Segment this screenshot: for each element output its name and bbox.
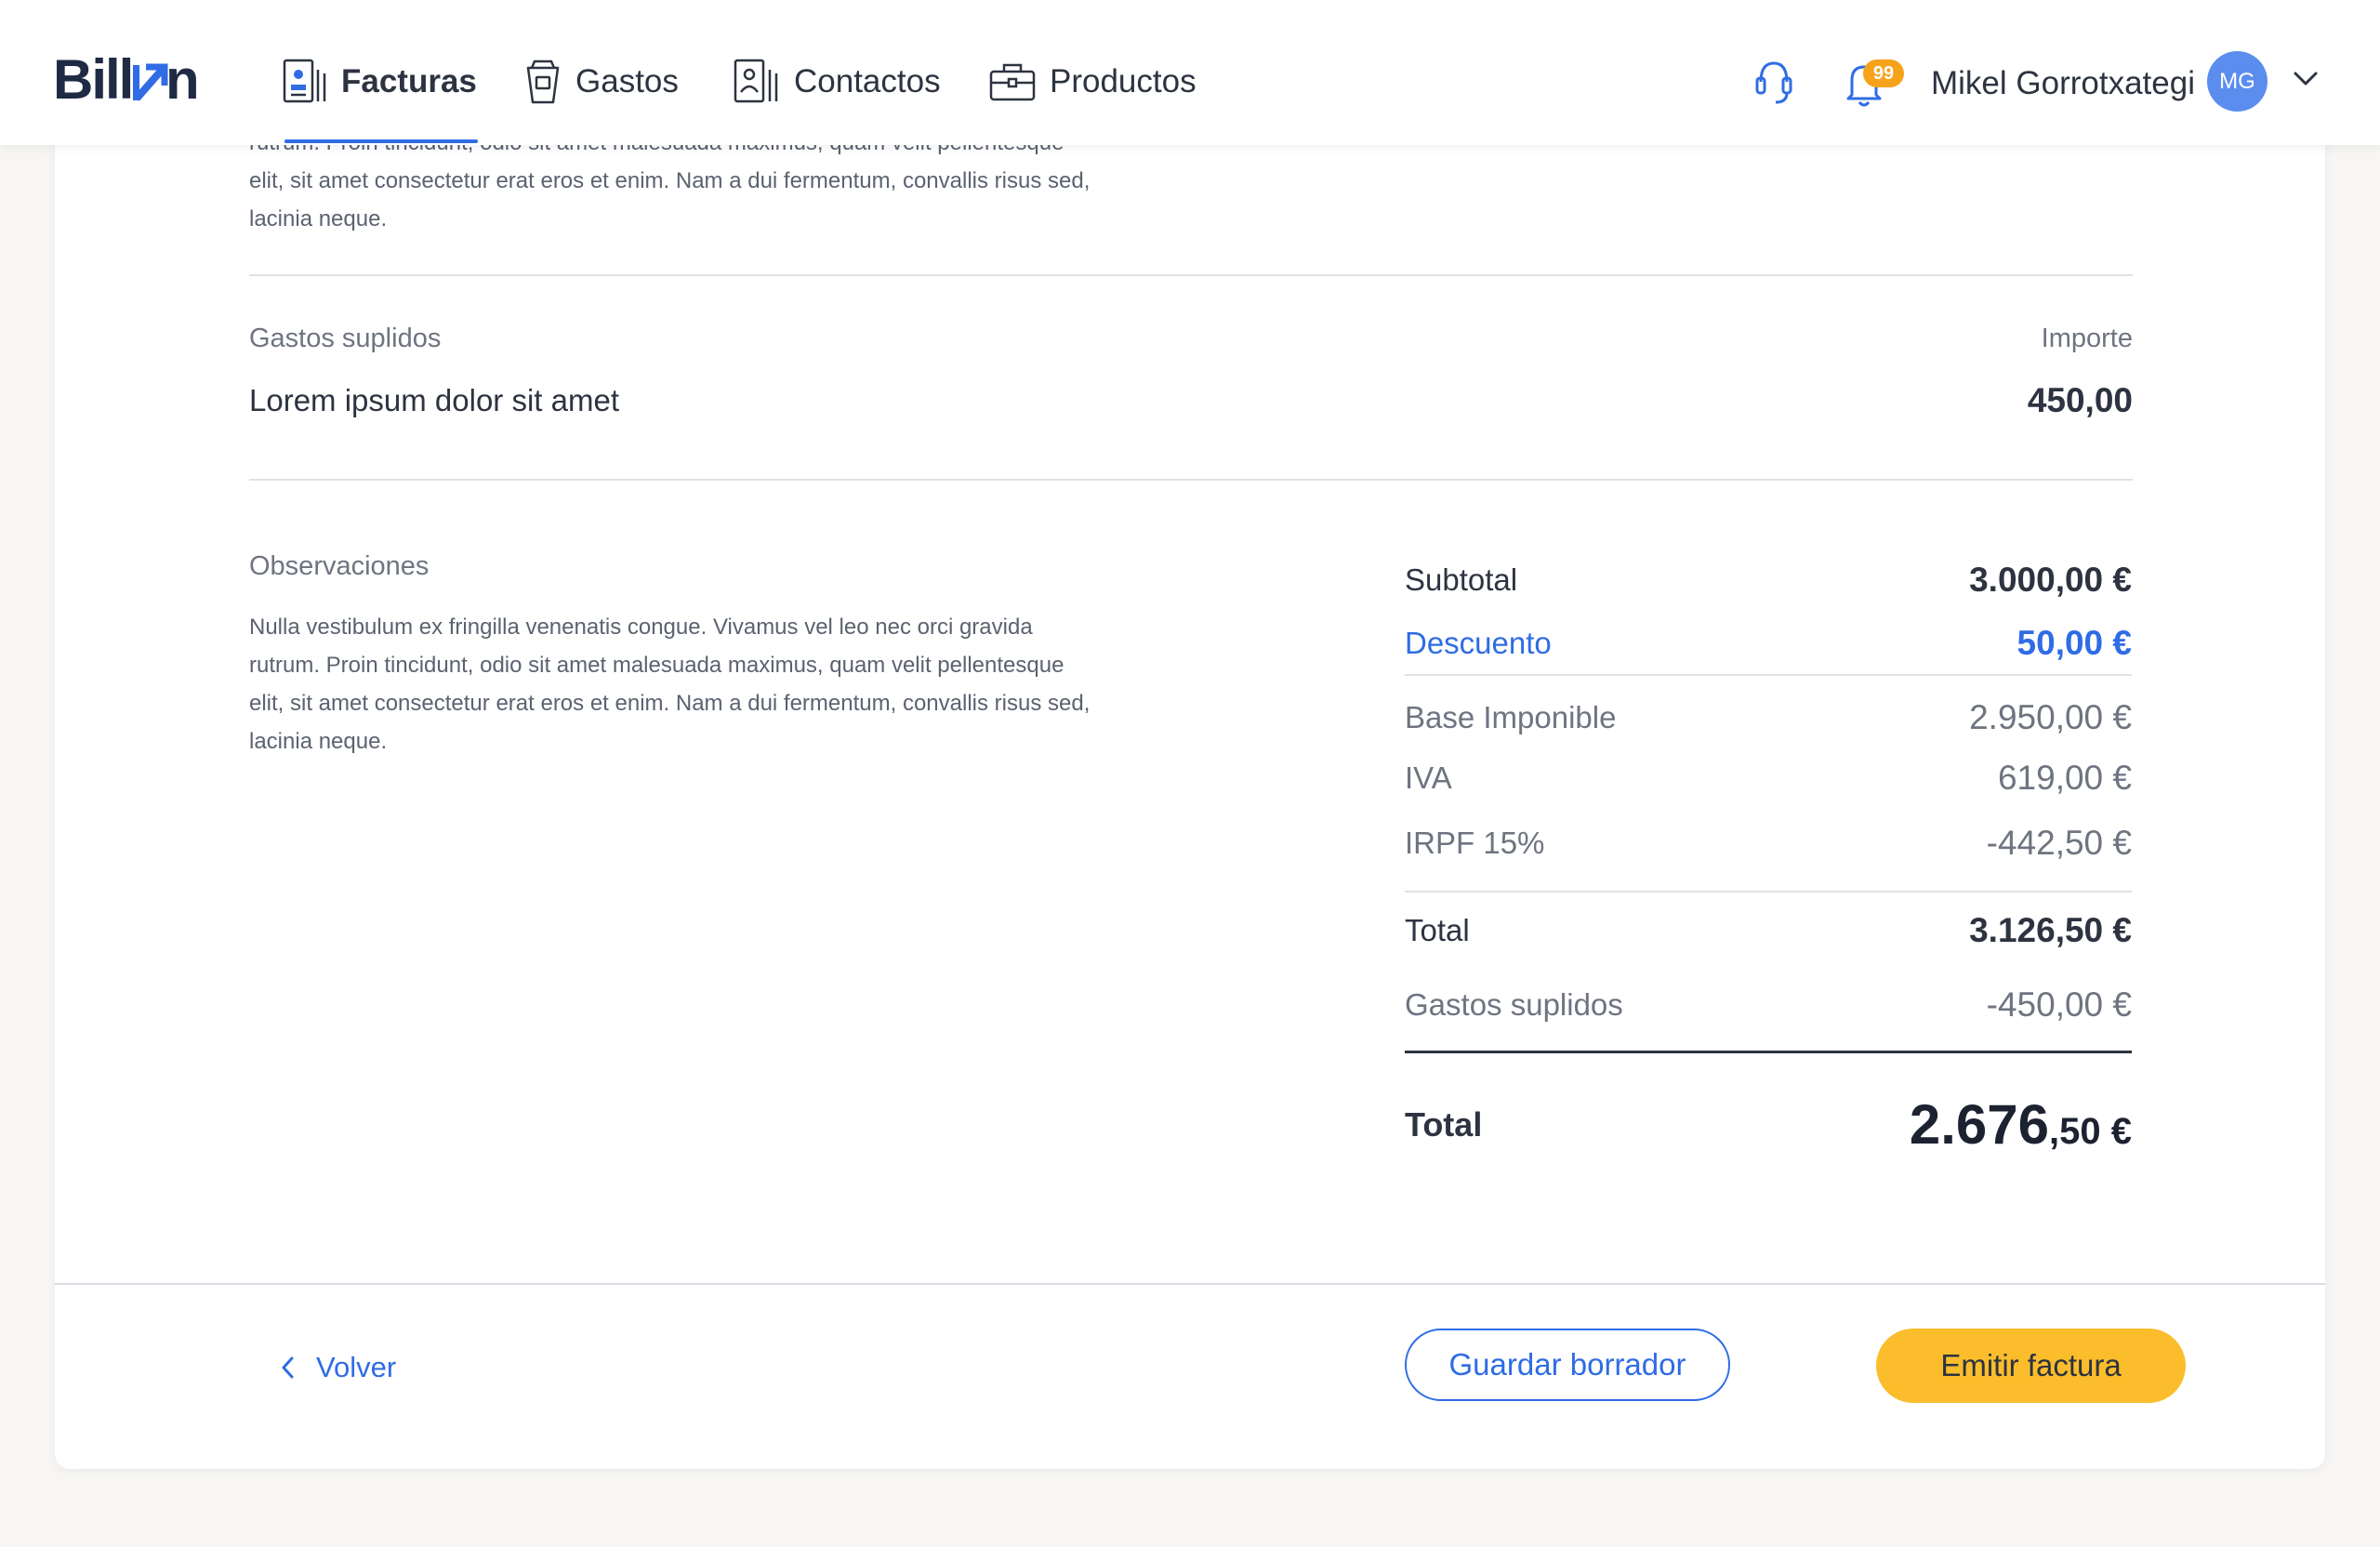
grand-total-integer: 2.676 [1909, 1093, 2050, 1156]
nav-productos[interactable]: Productos [988, 54, 1197, 110]
nav-contactos[interactable]: Contactos [733, 54, 941, 110]
observaciones-label: Observaciones [249, 551, 430, 581]
total-label: Total [1405, 913, 1470, 947]
gastos-suplidos-item-description: Lorem ipsum dolor sit amet [249, 383, 619, 417]
base-imponible-value: 2.950,00 € [1969, 698, 2132, 736]
notification-count-badge: 99 [1863, 60, 1904, 87]
paragraph-line: Nulla vestibulum ex fringilla venenatis … [249, 615, 1033, 640]
avatar[interactable]: MG [2207, 51, 2268, 112]
issue-invoice-button[interactable]: Emitir factura [1876, 1329, 2186, 1403]
base-imponible-row: Base Imponible 2.950,00 € [1405, 694, 2132, 741]
subtotal-row: Subtotal 3.000,00 € [1405, 557, 2132, 603]
headset-icon [1755, 61, 1792, 104]
support-button[interactable] [1753, 58, 1794, 112]
gastos-suplidos-total-row: Gastos suplidos -450,00 € [1405, 982, 2132, 1028]
nav-productos-label: Productos [1050, 63, 1197, 99]
nav-gastos[interactable]: Gastos [523, 54, 679, 110]
user-name[interactable]: Mikel Gorrotxategi [1931, 61, 2195, 106]
divider [1405, 1051, 2132, 1053]
divider [1405, 891, 2132, 892]
active-tab-indicator [284, 139, 478, 143]
divider [1405, 674, 2132, 676]
footer-divider [55, 1283, 2325, 1285]
gastos-suplidos-total-value: -450,00 € [1986, 985, 2132, 1024]
grand-total-row: Total 2.676,50 € [1405, 1088, 2132, 1162]
svg-text:n: n [165, 48, 200, 111]
irpf-row: IRPF 15% -442,50 € [1405, 820, 2132, 866]
billin-logo-icon: Bill n [53, 48, 200, 111]
descuento-value: 50,00 € [2016, 624, 2132, 662]
nav-facturas-label: Facturas [341, 63, 477, 99]
chevron-down-icon [2294, 72, 2318, 86]
briefcase-icon [989, 63, 1036, 101]
gastos-suplidos-total-label: Gastos suplidos [1405, 987, 1623, 1022]
top-navbar: Bill n Facturas Gastos Contactos Product… [0, 0, 2380, 145]
iva-label: IVA [1405, 760, 1452, 795]
grand-total-value: 2.676,50 € [1910, 1088, 2132, 1170]
subtotal-label: Subtotal [1405, 562, 1518, 597]
back-button[interactable]: Volver [281, 1344, 396, 1391]
iva-value: 619,00 € [1997, 759, 2132, 797]
subtotal-value: 3.000,00 € [1969, 561, 2132, 599]
paragraph-line: lacinia neque. [249, 729, 388, 754]
paragraph-line: rutrum. Proin tincidunt, odio sit amet m… [249, 653, 1064, 678]
descuento-row[interactable]: Descuento 50,00 € [1405, 620, 2132, 667]
cup-icon [526, 60, 560, 104]
nav-contactos-label: Contactos [794, 63, 941, 99]
chevron-left-icon [282, 1356, 294, 1379]
invoice-icon [283, 59, 326, 103]
billin-logo[interactable]: Bill n [53, 46, 202, 112]
divider [249, 274, 2133, 276]
paragraph-line: elit, sit amet consectetur erat eros et … [249, 168, 1091, 193]
grand-total-decimal: ,50 € [2049, 1111, 2132, 1152]
base-imponible-label: Base Imponible [1405, 700, 1617, 734]
grand-total-label: Total [1405, 1105, 1483, 1144]
contacts-icon [734, 59, 778, 103]
gastos-suplidos-item-amount: 450,00 [2027, 381, 2133, 419]
gastos-suplidos-header: Gastos suplidos [249, 324, 442, 353]
invoice-card: rutrum. Proin tincidunt, odio sit amet m… [55, 0, 2325, 1469]
nav-facturas[interactable]: Facturas [282, 54, 477, 110]
importe-header: Importe [2041, 324, 2133, 353]
paragraph-line: elit, sit amet consectetur erat eros et … [249, 691, 1091, 716]
svg-text:Bill: Bill [53, 48, 132, 111]
save-draft-button[interactable]: Guardar borrador [1405, 1329, 1730, 1401]
total-row: Total 3.126,50 € [1405, 907, 2132, 954]
nav-gastos-label: Gastos [575, 63, 679, 99]
user-menu-toggle[interactable] [2293, 71, 2319, 92]
irpf-value: -442,50 € [1986, 824, 2132, 862]
total-value: 3.126,50 € [1969, 911, 2132, 949]
paragraph-line: lacinia neque. [249, 206, 388, 231]
observaciones-text: Nulla vestibulum ex fringilla venenatis … [249, 608, 1179, 760]
back-label: Volver [316, 1351, 397, 1383]
irpf-label: IRPF 15% [1405, 826, 1545, 860]
descuento-label[interactable]: Descuento [1405, 620, 1552, 667]
iva-row: IVA 619,00 € [1405, 755, 2132, 801]
divider [249, 479, 2133, 481]
